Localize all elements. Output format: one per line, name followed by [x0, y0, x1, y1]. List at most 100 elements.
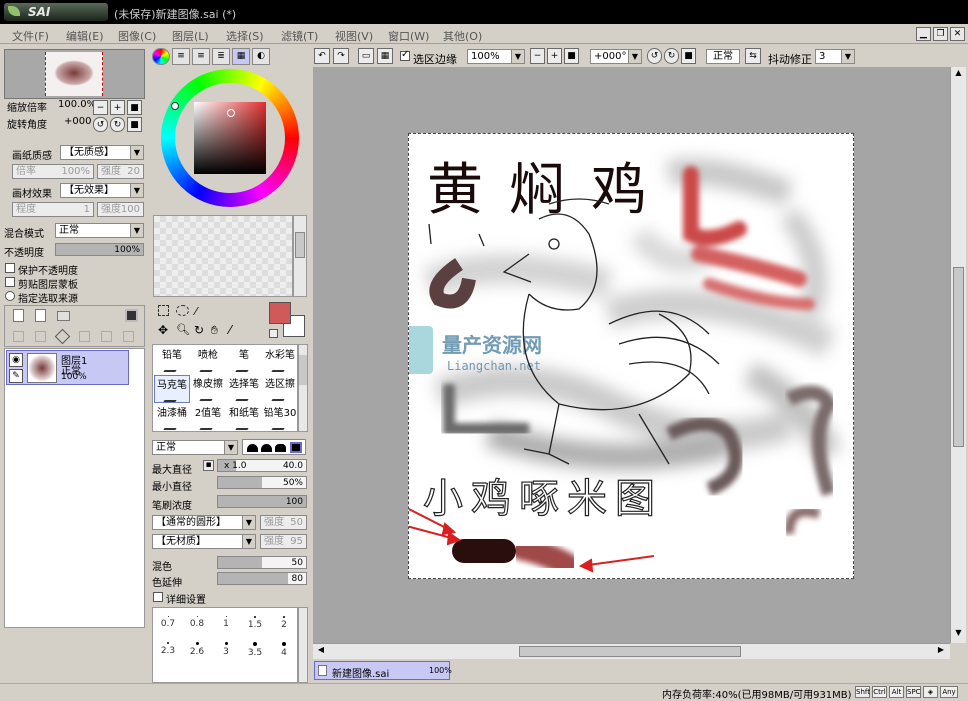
eyedropper-icon[interactable]: ⁄ [229, 323, 231, 337]
clipping-checkbox[interactable] [5, 277, 15, 287]
dilution-slider[interactable]: 80 [217, 572, 307, 585]
redo-button[interactable]: ↷ [333, 48, 349, 64]
menu-other[interactable]: 其他(O) [443, 28, 482, 44]
close-button[interactable]: ✕ [950, 27, 965, 41]
color-wheel[interactable] [161, 69, 299, 207]
brush-size-preset[interactable]: 2 [270, 611, 298, 636]
move-icon[interactable]: ✥ [158, 323, 168, 337]
selection-source-radio[interactable] [5, 291, 15, 301]
brush-tool-8[interactable]: 油漆桶 [154, 404, 190, 432]
size-dropdown-button[interactable]: ▪ [203, 460, 214, 471]
texture-select[interactable]: 【无质感】 ▼ [60, 145, 144, 160]
clear-layer-icon[interactable] [101, 331, 112, 342]
brush-size-preset[interactable]: 3.5 [241, 637, 269, 662]
toolbar-zoom-out-button[interactable]: − [530, 48, 545, 64]
menu-filter[interactable]: 滤镜(T) [281, 28, 318, 44]
rgb-slider-tab[interactable]: ≡ [172, 48, 190, 65]
brush-tool-5[interactable]: 橡皮擦 [190, 375, 226, 403]
brush-tool-6[interactable]: 选择笔 [226, 375, 262, 403]
hand-icon[interactable]: ✋︎ [211, 323, 218, 338]
toolbar-zoom-reset-button[interactable]: ■ [564, 48, 579, 64]
brush-tool-4[interactable]: 马克笔 [154, 375, 190, 403]
menu-select[interactable]: 选择(S) [226, 28, 264, 44]
max-size-slider[interactable]: x 1.0 40.0 [217, 459, 307, 472]
min-size-slider[interactable]: 50% [217, 476, 307, 489]
zoom-reset-button[interactable]: ■ [127, 100, 142, 115]
menu-canvas[interactable]: 图像(C) [118, 28, 156, 44]
selection-edge-checkbox[interactable]: ✓ [400, 49, 410, 61]
brush-size-preset[interactable]: 1 [212, 611, 240, 636]
zoom-in-button[interactable]: + [110, 100, 125, 115]
vertical-scroll-thumb[interactable] [953, 267, 964, 447]
canvas-viewport[interactable]: 量产资源网 Liangchan.net 黄焖鸡 小鸡啄米图 [313, 67, 950, 643]
toolbar-rotate-reset-button[interactable]: ■ [681, 48, 696, 64]
menu-layer[interactable]: 图层(L) [172, 28, 209, 44]
rect-select-icon[interactable] [158, 305, 169, 316]
brush-size-preset[interactable]: 0.8 [183, 611, 211, 636]
menu-window[interactable]: 窗口(W) [388, 28, 429, 44]
eye-icon[interactable]: ◉ [9, 353, 23, 367]
restore-button[interactable]: ❐ [933, 27, 948, 41]
view-mode-button[interactable]: 正常 [706, 49, 740, 64]
brush-tool-0[interactable]: 铅笔 [154, 346, 190, 374]
zoom-out-button[interactable]: − [93, 100, 108, 115]
swap-colors-icon[interactable] [269, 329, 278, 338]
blend-slider[interactable]: 50 [217, 556, 307, 569]
density-slider[interactable]: 100 [217, 495, 307, 508]
edge-square-icon[interactable] [290, 442, 302, 453]
copy-layer-icon[interactable] [13, 331, 24, 342]
layer-property-icon[interactable] [123, 331, 134, 342]
scroll-left-icon[interactable]: ◀ [315, 645, 327, 657]
flip-horizontal-button[interactable]: ⇆ [745, 48, 761, 64]
effect-select[interactable]: 【无效果】 ▼ [60, 183, 144, 198]
edge-medium-icon[interactable] [261, 444, 272, 452]
brush-tool-3[interactable]: 水彩笔 [262, 346, 298, 374]
tool-grid-scrollbar[interactable] [298, 344, 308, 432]
brush-tool-10[interactable]: 和纸笔 [226, 404, 262, 432]
invert-selection-button[interactable]: ▦ [377, 48, 393, 64]
menu-edit[interactable]: 编辑(E) [66, 28, 104, 44]
magic-wand-icon[interactable]: ⁄ [195, 305, 197, 318]
edge-soft-icon[interactable] [275, 444, 286, 452]
tool-scroll-thumb[interactable] [299, 355, 307, 385]
undo-button[interactable]: ↶ [314, 48, 330, 64]
new-layer-icon[interactable] [13, 309, 24, 322]
new-vector-layer-icon[interactable] [35, 309, 46, 322]
brush-mode-select[interactable]: 正常 ▼ [152, 440, 238, 455]
vertical-scrollbar[interactable]: ▲ ▼ [950, 67, 966, 643]
lasso-icon[interactable] [176, 305, 189, 316]
menu-view[interactable]: 视图(V) [335, 28, 373, 44]
transfer-down-icon[interactable] [35, 331, 46, 342]
delete-layer-icon[interactable] [79, 331, 90, 342]
size-grid-scrollbar[interactable] [298, 607, 308, 683]
toolbar-zoom-in-button[interactable]: + [547, 48, 562, 64]
horizontal-scrollbar[interactable]: ◀ ▶ [313, 643, 950, 659]
brush-size-preset[interactable]: 3 [212, 637, 240, 662]
brush-size-preset[interactable]: 2.3 [154, 637, 182, 662]
brush-tool-7[interactable]: 选区擦 [262, 375, 298, 403]
palette-tab[interactable]: ▦ [232, 48, 250, 65]
brush-shape-select[interactable]: 【通常的圆形】 ▼ [152, 515, 256, 530]
scroll-up-icon[interactable]: ▲ [953, 68, 964, 80]
palette-scroll-thumb[interactable] [295, 232, 305, 258]
swatch-tab[interactable]: ≣ [212, 48, 230, 65]
brush-tool-2[interactable]: 笔 [226, 346, 262, 374]
primary-color[interactable] [269, 302, 291, 324]
opacity-slider[interactable]: 100% [55, 243, 144, 256]
toolbar-rotate-left-button[interactable]: ↺ [647, 48, 662, 64]
deselect-button[interactable]: ▭ [358, 48, 374, 64]
scroll-down-icon[interactable]: ▼ [953, 628, 964, 640]
merge-down-icon[interactable] [54, 328, 71, 345]
brush-size-preset[interactable]: 0.7 [154, 611, 182, 636]
new-folder-icon[interactable] [57, 311, 70, 321]
scroll-right-icon[interactable]: ▶ [935, 645, 947, 657]
edge-hard-icon[interactable] [247, 444, 258, 452]
zoom-select[interactable]: 100% ▼ [467, 49, 525, 64]
rotate-left-button[interactable]: ↺ [93, 117, 108, 132]
rotate-value[interactable]: +000 [64, 116, 91, 127]
swatch-palette[interactable] [153, 215, 293, 297]
rotate-right-button[interactable]: ↻ [110, 117, 125, 132]
protect-opacity-checkbox[interactable] [5, 263, 15, 273]
navigator-preview[interactable] [4, 49, 145, 99]
hsv-slider-tab[interactable]: ≡ [192, 48, 210, 65]
